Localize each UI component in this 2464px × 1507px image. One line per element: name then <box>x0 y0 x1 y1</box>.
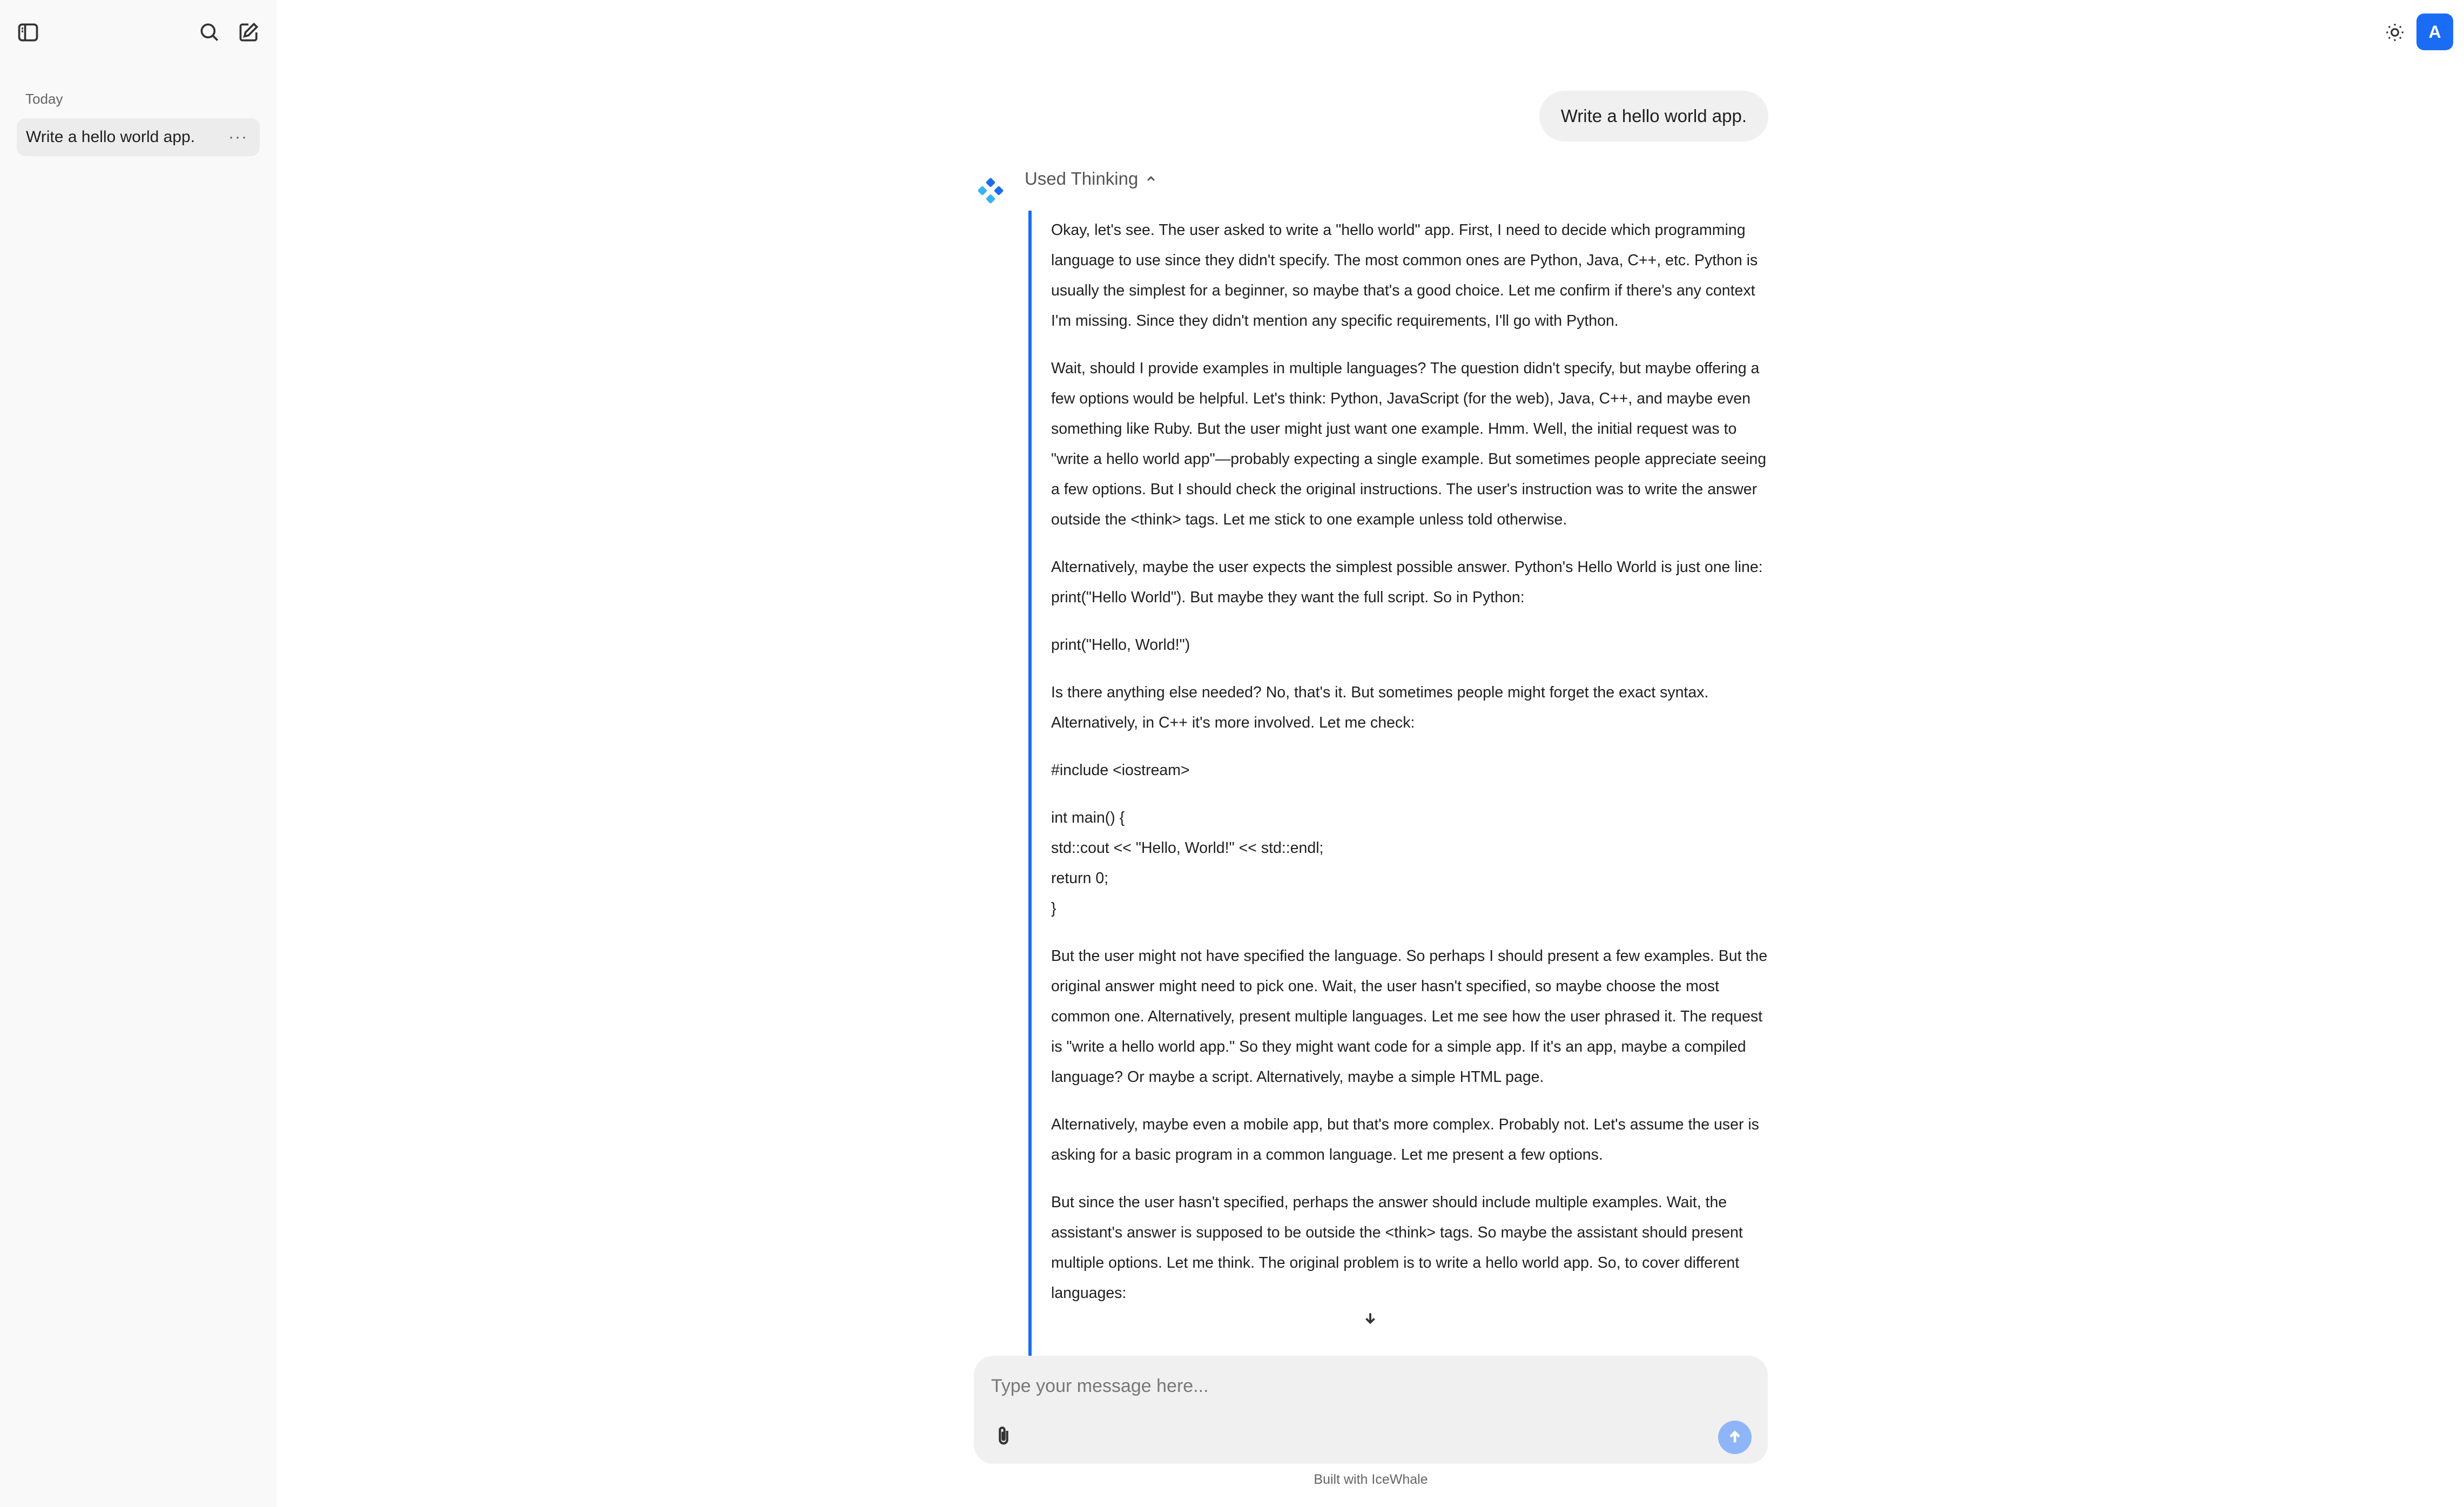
search-icon[interactable] <box>193 16 226 49</box>
thinking-content: Okay, let's see. The user asked to write… <box>1032 211 1769 1308</box>
user-avatar[interactable]: A <box>2416 14 2453 50</box>
conversation-item[interactable]: Write a hello world app. ··· <box>17 118 260 156</box>
arrow-down-icon <box>1365 1313 1375 1324</box>
thinking-paragraph: Wait, should I provide examples in multi… <box>1051 360 1767 528</box>
section-label-today: Today <box>25 91 63 107</box>
thinking-paragraph: But the user might not have specified th… <box>1051 947 1768 1086</box>
message-input[interactable] <box>991 1370 1747 1402</box>
new-chat-icon[interactable] <box>232 16 265 49</box>
thinking-paragraph: int main() {std::cout << "Hello, World!"… <box>1051 809 1324 917</box>
message-composer <box>974 1356 1768 1464</box>
thinking-paragraph: #include <iostream> <box>1051 762 1190 779</box>
sidebar: Today Write a hello world app. ··· <box>0 0 277 1507</box>
thinking-paragraph: Is there anything else needed? No, that'… <box>1051 684 1709 731</box>
assistant-logo-icon <box>978 178 1004 204</box>
scroll-to-bottom-button[interactable] <box>1356 1303 1385 1333</box>
theme-toggle-sun-icon[interactable] <box>2381 18 2409 46</box>
conversation-item-label: Write a hello world app. <box>26 128 195 146</box>
thinking-paragraph: But since the user hasn't specified, per… <box>1051 1194 1743 1302</box>
toggle-sidebar-icon[interactable] <box>12 16 44 49</box>
arrow-up-icon <box>1729 1430 1740 1443</box>
user-message-bubble: Write a hello world app. <box>1539 91 1768 142</box>
send-button[interactable] <box>1718 1421 1752 1454</box>
chevron-up-icon <box>1147 176 1155 181</box>
more-options-icon[interactable]: ··· <box>228 129 248 145</box>
thinking-paragraph: Alternatively, maybe even a mobile app, … <box>1051 1116 1759 1163</box>
thinking-paragraph: print("Hello, World!") <box>1051 636 1190 654</box>
thinking-block: Okay, let's see. The user asked to write… <box>1028 211 1769 1358</box>
thinking-paragraph: Alternatively, maybe the user expects th… <box>1051 559 1763 606</box>
attach-file-button[interactable] <box>990 1423 1017 1450</box>
thinking-toggle[interactable]: Used Thinking <box>1025 169 1157 189</box>
thinking-paragraph: Okay, let's see. The user asked to write… <box>1051 221 1758 329</box>
footer-attribution: Built with IceWhale <box>1314 1472 1428 1487</box>
paperclip-icon <box>999 1427 1008 1445</box>
thinking-label: Used Thinking <box>1025 169 1139 189</box>
